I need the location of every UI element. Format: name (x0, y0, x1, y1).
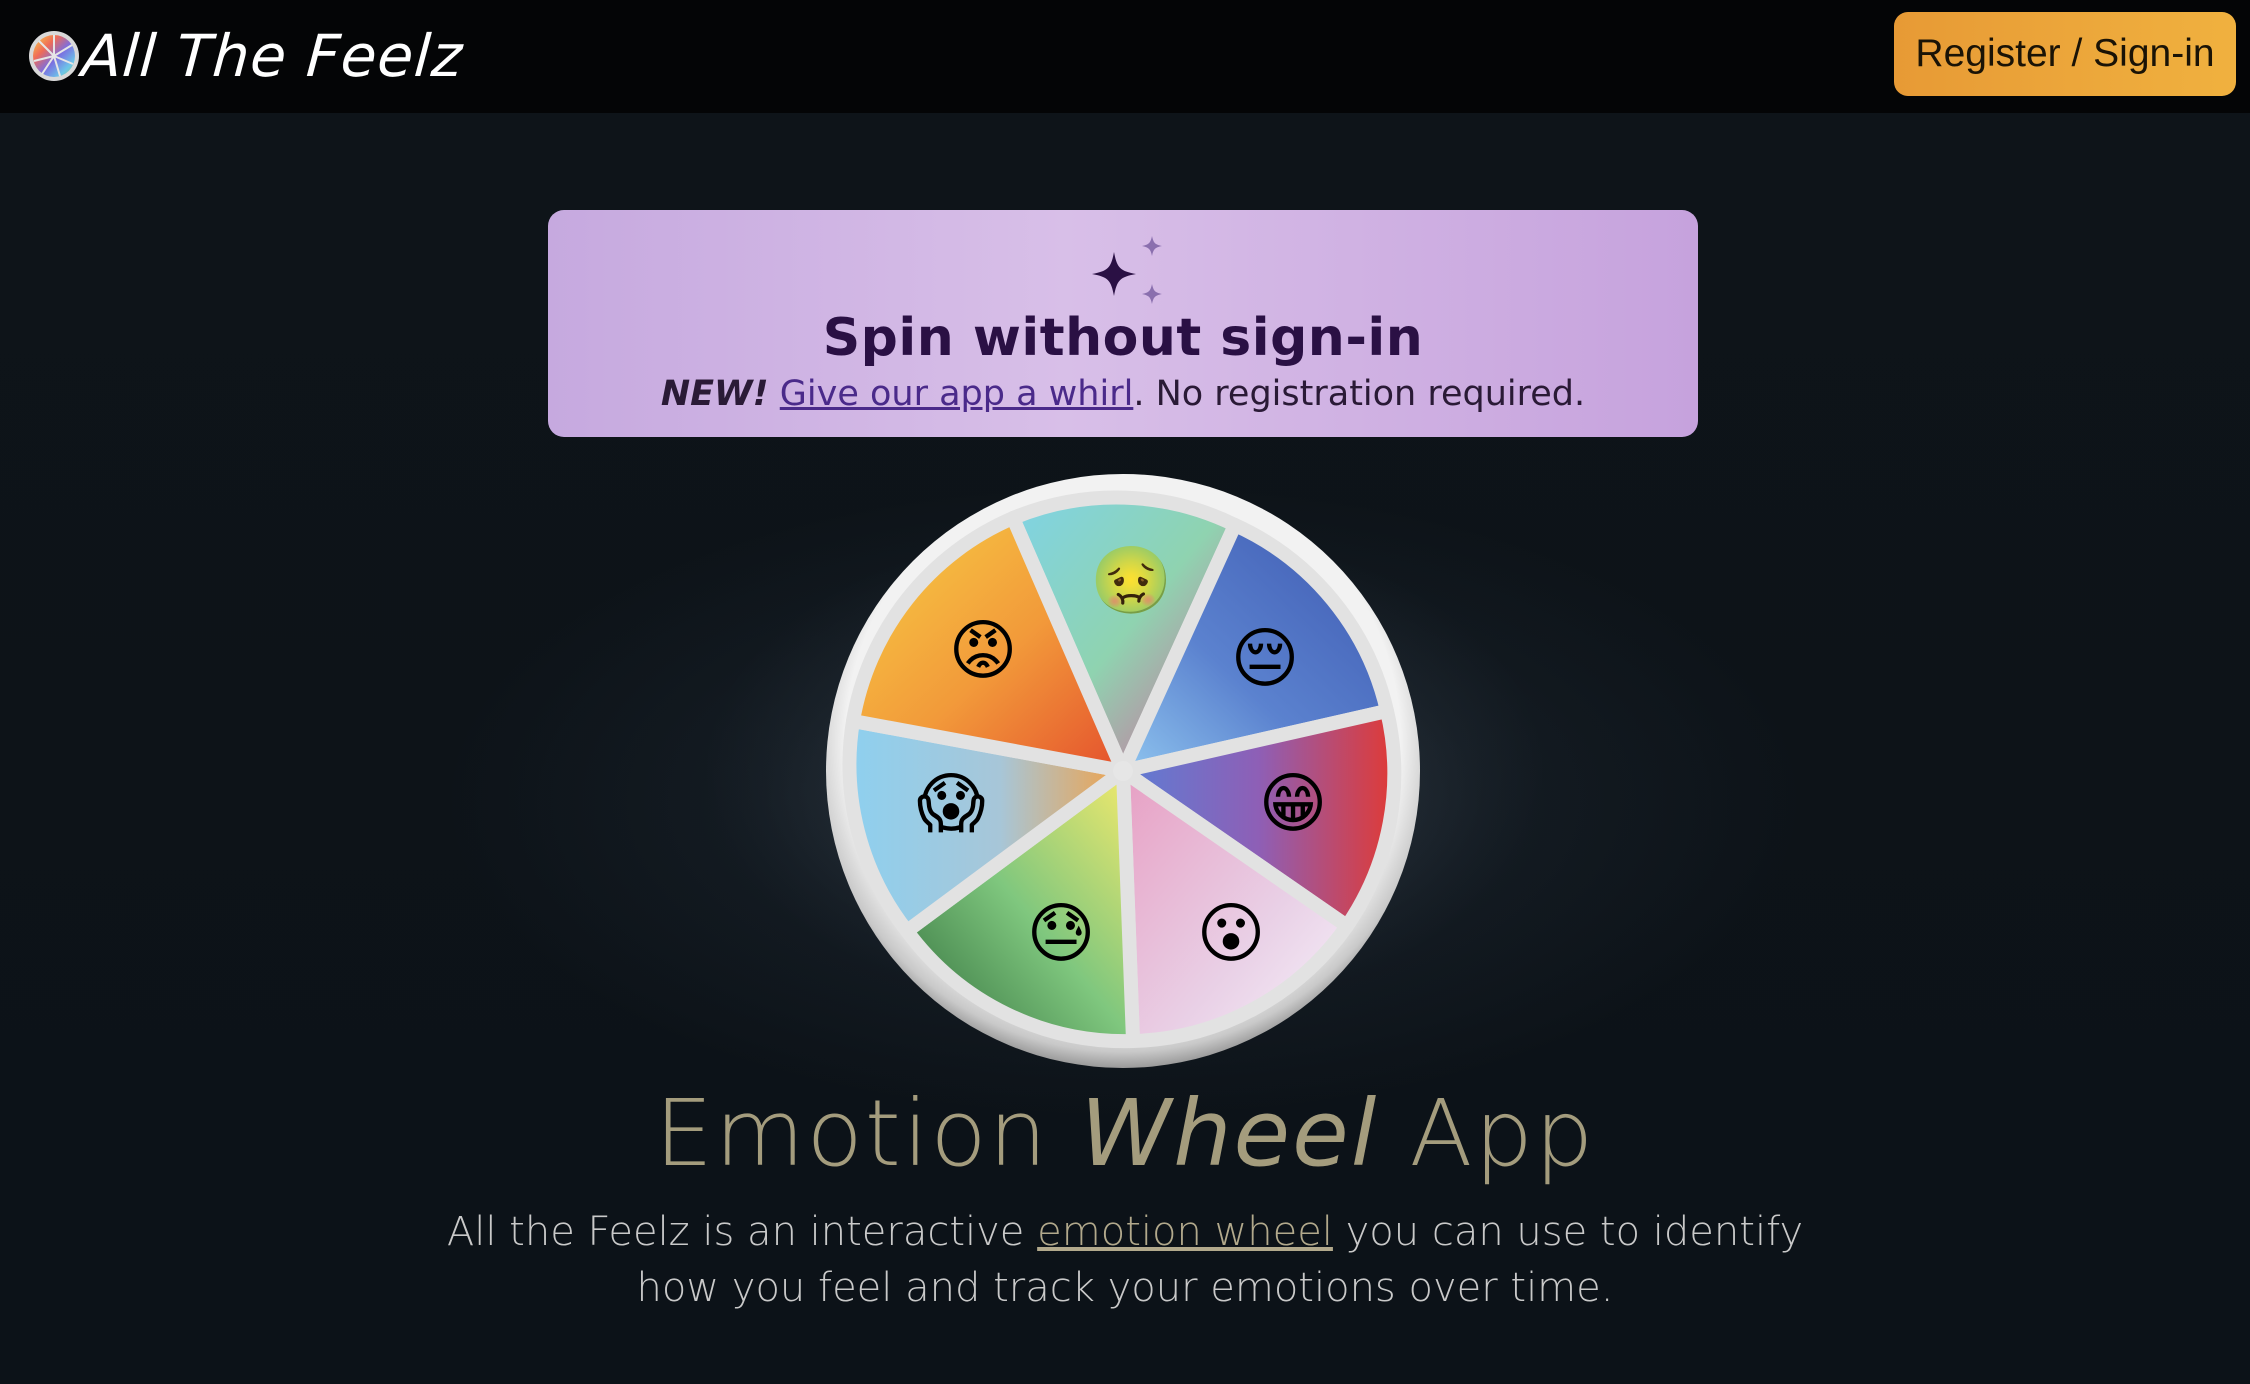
disgust-emoji-icon: 🤢 (1090, 542, 1173, 619)
emotion-wheel[interactable]: 🤢 😔 😁 😮 😓 😱 😡 (823, 471, 1423, 1071)
page-title: Emotion Wheel App (654, 1080, 1596, 1187)
sad-emoji-icon: 😔 (1230, 620, 1300, 697)
wheel-logo-icon (29, 31, 79, 81)
sparkle-icon (1092, 236, 1162, 304)
new-badge: NEW! (660, 374, 769, 414)
tired-emoji-icon: 😓 (1026, 895, 1096, 972)
spin-without-signin-banner[interactable]: Spin without sign-in NEW! Give our app a… (548, 210, 1698, 437)
give-app-a-whirl-link[interactable]: Give our app a whirl (780, 374, 1134, 414)
top-navigation-bar: All The Feelz Register / Sign-in (0, 0, 2250, 113)
anger-emoji-icon: 😡 (948, 612, 1018, 689)
page: All The Feelz Register / Sign-in Spin wi… (0, 0, 2250, 1384)
brand-home-link[interactable]: All The Feelz (28, 22, 465, 90)
register-signin-button[interactable]: Register / Sign-in (1894, 12, 2236, 96)
promo-title: Spin without sign-in (822, 308, 1424, 368)
emotion-wheel-link[interactable]: emotion wheel (1037, 1209, 1333, 1255)
fear-emoji-icon: 😱 (916, 765, 986, 842)
promo-subtitle: NEW! Give our app a whirl. No registrati… (548, 374, 1698, 414)
brand-name: All The Feelz (79, 22, 466, 90)
surprise-emoji-icon: 😮 (1196, 895, 1266, 972)
promo-trailing-text: . No registration required. (1133, 374, 1586, 414)
happy-emoji-icon: 😁 (1258, 765, 1328, 842)
page-description: All the Feelz is an interactive emotion … (446, 1209, 1804, 1311)
